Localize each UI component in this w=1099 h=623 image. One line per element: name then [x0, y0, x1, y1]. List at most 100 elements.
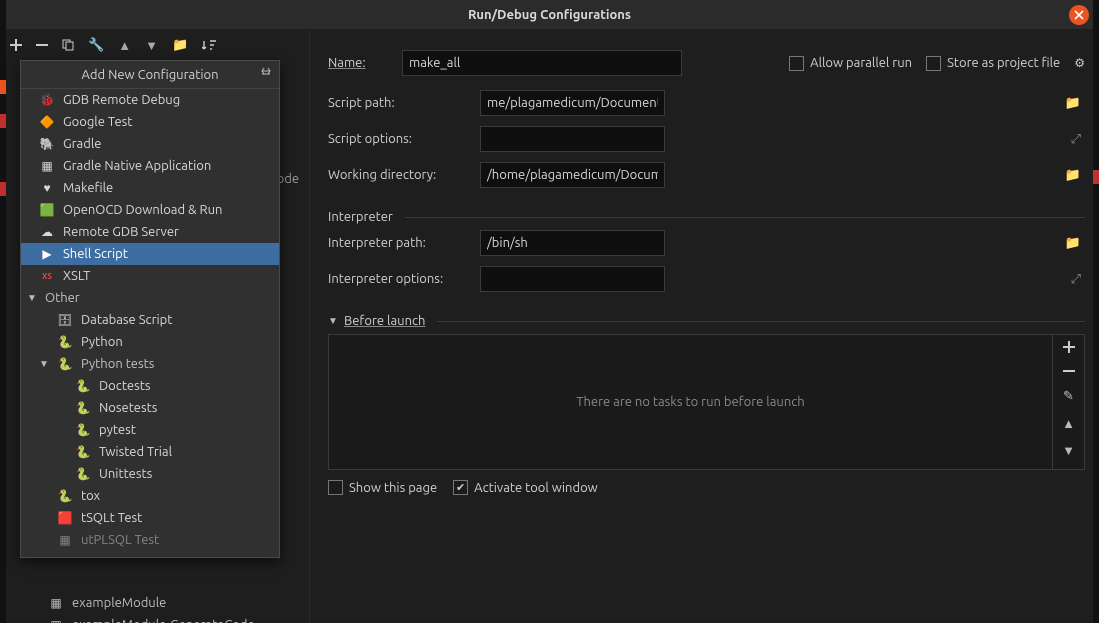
before-launch-empty-text: There are no tasks to run before launch	[329, 335, 1052, 469]
before-launch-header[interactable]: ▼ Before launch	[328, 314, 1085, 328]
wrench-icon[interactable]: 🔧	[88, 38, 104, 53]
interpreter-path-label: Interpreter path:	[328, 236, 480, 250]
config-type-item[interactable]: ♥ Makefile	[21, 177, 279, 199]
name-label: Name:	[328, 56, 388, 70]
config-type-item[interactable]: ☁ Remote GDB Server	[21, 221, 279, 243]
edit-task-button[interactable]: ✎	[1063, 389, 1074, 404]
collapse-icon[interactable]	[259, 65, 273, 79]
interpreter-section-header: Interpreter	[328, 210, 1085, 224]
config-type-item[interactable]: ▦ utPLSQL Test	[21, 529, 279, 551]
chevron-down-icon: ▼	[27, 292, 37, 304]
config-icon: 🐍	[75, 444, 91, 460]
chevron-down-icon: ▼	[39, 358, 49, 370]
copy-button[interactable]	[62, 39, 74, 51]
config-type-item[interactable]: 🐍Twisted Trial	[21, 441, 279, 463]
interpreter-path-input[interactable]	[480, 230, 665, 256]
config-type-label: Unittests	[99, 467, 152, 481]
config-type-group[interactable]: ▼Other	[21, 287, 279, 309]
gear-icon[interactable]: ⚙	[1074, 56, 1085, 70]
config-type-label: Python	[81, 335, 123, 349]
script-options-input[interactable]	[480, 126, 665, 152]
config-icon: 🐞	[39, 92, 55, 108]
browse-folder-icon[interactable]: 📁	[1065, 236, 1081, 251]
config-icon: 🐍	[57, 488, 73, 504]
chevron-down-icon: ▼	[328, 315, 338, 327]
working-directory-label: Working directory:	[328, 168, 480, 182]
config-type-label: pytest	[99, 423, 136, 437]
titlebar: Run/Debug Configurations	[0, 0, 1099, 30]
config-type-item[interactable]: 🐞 GDB Remote Debug	[21, 89, 279, 111]
close-button[interactable]	[1069, 5, 1089, 25]
sort-icon[interactable]	[202, 39, 216, 51]
script-options-label: Script options:	[328, 132, 480, 146]
remove-button[interactable]	[36, 39, 48, 51]
browse-folder-icon[interactable]: 📁	[1065, 96, 1081, 111]
config-type-item[interactable]: 🐍Doctests	[21, 375, 279, 397]
allow-parallel-checkbox[interactable]: Allow parallel run	[789, 56, 912, 71]
config-type-item[interactable]: XSXSLT	[21, 265, 279, 287]
down-button[interactable]: ▼	[145, 38, 158, 53]
store-as-project-file-checkbox[interactable]: Store as project file	[926, 56, 1060, 71]
config-type-item[interactable]: 🐍Nosetests	[21, 397, 279, 419]
config-type-label: tSQLt Test	[81, 511, 142, 525]
right-editor-gutter	[1093, 0, 1099, 623]
config-type-label: OpenOCD Download & Run	[63, 203, 222, 217]
popup-title: Add New Configuration	[21, 61, 279, 89]
checkbox-icon	[328, 480, 343, 495]
move-up-button[interactable]: ▲	[1062, 416, 1075, 431]
up-button[interactable]: ▲	[118, 38, 131, 53]
config-type-item[interactable]: ▶ Shell Script	[21, 243, 279, 265]
config-icon: 🐍	[57, 334, 73, 350]
add-task-button[interactable]	[1063, 341, 1075, 353]
config-type-label: Gradle Native Application	[63, 159, 211, 173]
config-type-item[interactable]: 🐘Gradle	[21, 133, 279, 155]
show-this-page-checkbox[interactable]: Show this page	[328, 480, 437, 495]
cmake-icon: ▦	[48, 617, 64, 623]
folder-icon[interactable]: 📁	[172, 38, 188, 53]
config-type-label: Makefile	[63, 181, 113, 195]
add-new-configuration-popup: Add New Configuration 🐞 GDB Remote Debug 🔶…	[20, 60, 280, 558]
config-type-label: utPLSQL Test	[81, 533, 159, 547]
config-type-label: GDB Remote Debug	[63, 93, 180, 107]
window-title: Run/Debug Configurations	[0, 8, 1099, 22]
name-input[interactable]	[402, 50, 682, 76]
tree-item-label: exampleModule-GenerateCode	[72, 618, 255, 623]
working-directory-input[interactable]	[480, 162, 665, 188]
config-type-item[interactable]: 🐍pytest	[21, 419, 279, 441]
config-icon: ☁	[39, 224, 55, 240]
config-type-label: Shell Script	[63, 247, 128, 261]
config-icon: 🐍	[75, 400, 91, 416]
config-icon: ▦	[57, 532, 73, 548]
remove-task-button[interactable]	[1063, 365, 1075, 377]
interpreter-options-input[interactable]	[480, 266, 665, 292]
config-type-item[interactable]: 🔶Google Test	[21, 111, 279, 133]
config-type-item[interactable]: 🟩OpenOCD Download & Run	[21, 199, 279, 221]
script-path-input[interactable]	[480, 90, 665, 116]
config-type-item[interactable]: 🟥 tSQLt Test	[21, 507, 279, 529]
tree-item-examplemodule-generatecode[interactable]: ▦ exampleModule-GenerateCode	[0, 614, 309, 623]
config-icon: ▶	[39, 246, 55, 262]
expand-icon[interactable]: ⤢	[1071, 272, 1081, 287]
checkbox-icon	[926, 56, 941, 71]
activate-tool-window-checkbox[interactable]: Activate tool window	[453, 480, 598, 495]
browse-folder-icon[interactable]: 📁	[1065, 168, 1081, 183]
config-type-label: Gradle	[63, 137, 101, 151]
config-type-item[interactable]: 🐍Unittests	[21, 463, 279, 485]
config-icon: ♥	[39, 180, 55, 196]
expand-icon[interactable]: ⤢	[1071, 132, 1081, 147]
config-icon: XS	[39, 268, 55, 284]
left-panel: 🔧 ▲ ▼ 📁 Code ▦ exampleModule ▦ exampleMo…	[0, 30, 310, 623]
checkbox-icon	[789, 56, 804, 71]
config-type-label: Remote GDB Server	[63, 225, 179, 239]
config-type-item[interactable]: ▦Gradle Native Application	[21, 155, 279, 177]
checkbox-icon	[453, 480, 468, 495]
add-button[interactable]	[10, 39, 22, 51]
tree-item-label: exampleModule	[72, 596, 166, 610]
config-type-item[interactable]: 🗄Database Script	[21, 309, 279, 331]
config-type-group[interactable]: ▼🐍Python tests	[21, 353, 279, 375]
config-type-item[interactable]: 🐍 Python	[21, 331, 279, 353]
config-type-item[interactable]: 🐍tox	[21, 485, 279, 507]
config-icon: 🟥	[57, 510, 73, 526]
move-down-button[interactable]: ▼	[1062, 443, 1075, 458]
tree-item-examplemodule[interactable]: ▦ exampleModule	[0, 592, 309, 614]
